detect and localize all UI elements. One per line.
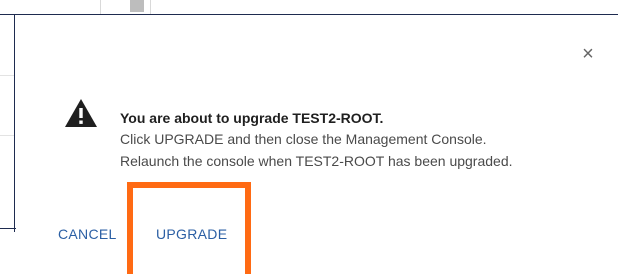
background-row-line	[0, 75, 14, 76]
dialog-message: You are about to upgrade TEST2-ROOT. Cli…	[120, 108, 600, 172]
dialog-left-border	[14, 14, 15, 232]
background-divider	[150, 0, 151, 14]
dialog-title: You are about to upgrade TEST2-ROOT.	[120, 110, 384, 126]
background-scrollbar	[130, 0, 144, 12]
upgrade-dialog: × You are about to upgrade TEST2-ROOT. C…	[16, 16, 618, 274]
cancel-button[interactable]: CANCEL	[58, 226, 117, 242]
dialog-top-border	[0, 14, 618, 15]
close-icon[interactable]: ×	[578, 44, 598, 64]
background-row-line	[0, 135, 14, 136]
dialog-instruction: Click UPGRADE and then close the Managem…	[120, 131, 487, 147]
dialog-instruction: Relaunch the console when TEST2-ROOT has…	[120, 153, 513, 169]
upgrade-button[interactable]: UPGRADE	[156, 226, 227, 242]
background-divider	[100, 0, 101, 14]
warning-triangle-icon	[65, 99, 97, 127]
